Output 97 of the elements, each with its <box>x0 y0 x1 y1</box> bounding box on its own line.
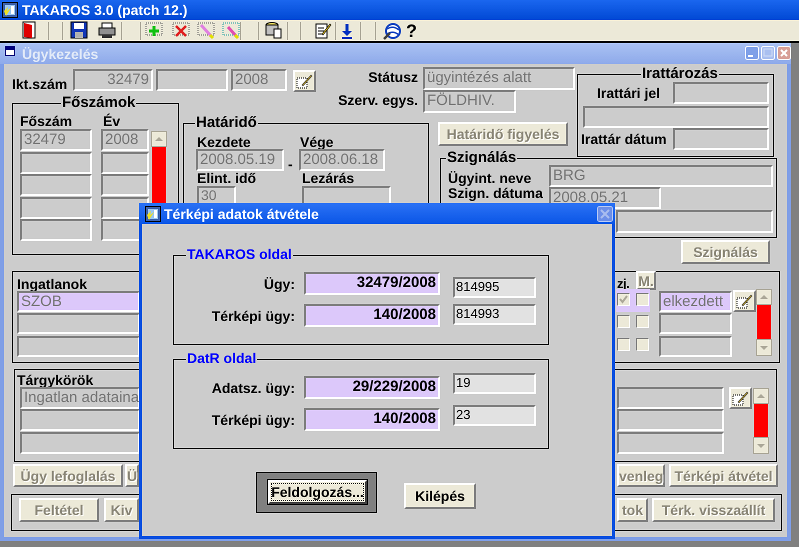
scrollbar[interactable] <box>756 289 772 356</box>
input-field[interactable]: Ingatlan adataina <box>20 387 140 409</box>
edit-button[interactable] <box>733 290 756 312</box>
minimize-button[interactable] <box>745 46 759 60</box>
field-label: Főszám <box>20 113 72 129</box>
input-field[interactable] <box>659 313 732 334</box>
input-field[interactable] <box>583 106 769 128</box>
table-pencil-icon[interactable] <box>222 21 241 40</box>
input-field[interactable]: 23 <box>453 405 536 426</box>
input-field[interactable] <box>20 409 140 431</box>
field-label: Ügy: <box>262 276 295 292</box>
checkbox[interactable] <box>617 338 630 351</box>
input-field[interactable] <box>673 128 769 150</box>
field-label: Kezdete <box>197 134 251 150</box>
input-field[interactable] <box>20 196 92 218</box>
field-label: Státusz <box>367 69 418 85</box>
group-title: DatR oldal <box>186 350 258 366</box>
input-field[interactable]: 32479/2008 <box>304 272 440 295</box>
field-label: Térképi ügy: <box>210 308 295 324</box>
field-label: Elint. idő <box>197 170 256 186</box>
checkbox[interactable] <box>636 338 649 351</box>
checkbox[interactable] <box>617 293 630 306</box>
input-field[interactable] <box>101 152 149 174</box>
input-field[interactable]: 19 <box>453 373 536 394</box>
note-pencil-icon <box>296 74 313 88</box>
field-label: Tárgykörök <box>17 372 94 388</box>
edit-button[interactable] <box>729 387 752 409</box>
input-field[interactable] <box>617 387 724 409</box>
input-field[interactable]: 29/229/2008 <box>304 376 440 399</box>
input-field[interactable]: 2008.06.18 <box>299 149 385 171</box>
input-field[interactable] <box>20 432 140 454</box>
close-button[interactable] <box>597 206 613 222</box>
input-field[interactable] <box>20 219 92 241</box>
field-label: Irattári jel <box>597 85 660 101</box>
note-pencil-icon <box>736 294 753 308</box>
input-field[interactable]: 2008.05.19 <box>196 149 284 171</box>
input-field[interactable] <box>659 336 732 357</box>
input-field[interactable]: 2008 <box>101 129 149 151</box>
window-icon <box>5 46 15 56</box>
group-title: TAKAROS oldal <box>186 246 293 262</box>
input-field[interactable]: 140/2008 <box>304 408 440 431</box>
checkbox[interactable] <box>617 315 630 328</box>
input-field[interactable] <box>20 174 92 196</box>
field-label: Ingatlanok <box>17 276 88 292</box>
field-label: Vége <box>300 134 334 150</box>
scrollbar[interactable] <box>753 388 769 454</box>
input-field[interactable] <box>156 69 228 91</box>
input-field[interactable]: BRG <box>549 165 773 187</box>
edit-button[interactable] <box>293 70 316 92</box>
separator: - <box>288 156 293 172</box>
checkbox[interactable] <box>636 293 649 306</box>
field-label: Ügyint. neve <box>448 170 532 186</box>
input-field[interactable]: SZOB <box>17 291 140 312</box>
input-field[interactable] <box>101 174 149 196</box>
exit-button[interactable]: Kilépés <box>404 483 476 509</box>
input-field[interactable]: 140/2008 <box>304 304 440 327</box>
input-field[interactable]: 32479 <box>73 69 153 91</box>
input-field[interactable]: FÖLDHIV. <box>423 90 516 113</box>
field-label: Adatsz. ügy: <box>210 380 295 396</box>
field-label: Év <box>103 113 120 129</box>
input-field[interactable] <box>673 82 769 104</box>
checkbox[interactable] <box>636 315 649 328</box>
window-title: Ügykezelés <box>22 46 98 62</box>
table-pencil-icon[interactable] <box>197 21 216 40</box>
database-icon[interactable] <box>264 21 283 40</box>
globe-wrench-icon[interactable] <box>383 21 402 40</box>
process-button[interactable]: Feldolgozás... <box>268 480 367 504</box>
input-field[interactable] <box>20 152 92 174</box>
help-button[interactable]: ? <box>406 21 417 41</box>
input-field[interactable] <box>616 210 773 233</box>
app-icon <box>2 2 18 18</box>
dialog-title: Térképi adatok átvétele <box>164 206 319 222</box>
save-icon[interactable] <box>70 21 89 40</box>
field-label: Szerv. egys. <box>337 92 418 108</box>
scrollbar[interactable] <box>151 131 167 203</box>
input-field[interactable]: 814993 <box>453 304 536 325</box>
app-icon <box>145 206 161 222</box>
input-field[interactable]: 814995 <box>453 277 536 298</box>
notepad-pencil-icon[interactable] <box>314 21 333 40</box>
group-title: Szignálás <box>446 150 518 166</box>
m-button[interactable]: M. <box>636 271 656 290</box>
input-field[interactable]: 32479 <box>20 129 92 151</box>
input-field[interactable] <box>17 313 140 334</box>
field-label: Ikt.szám <box>12 76 68 92</box>
field-label: Irattár dátum <box>581 131 667 147</box>
note-pencil-icon <box>732 390 749 406</box>
input-field[interactable] <box>617 409 724 431</box>
field-label: Lezárás <box>302 170 354 186</box>
field-label: Térképi ügy: <box>210 412 295 428</box>
input-field[interactable]: ügyintézés alatt <box>423 67 575 90</box>
input-field[interactable] <box>617 432 724 454</box>
printer-icon[interactable] <box>98 21 117 40</box>
field-label: Szign. dátuma <box>448 185 543 201</box>
input-field[interactable] <box>17 336 140 357</box>
input-field[interactable]: 2008 <box>231 69 287 91</box>
input-field[interactable]: elkezdett <box>659 291 732 312</box>
window-title: TAKAROS 3.0 (patch 12.) <box>22 2 188 18</box>
